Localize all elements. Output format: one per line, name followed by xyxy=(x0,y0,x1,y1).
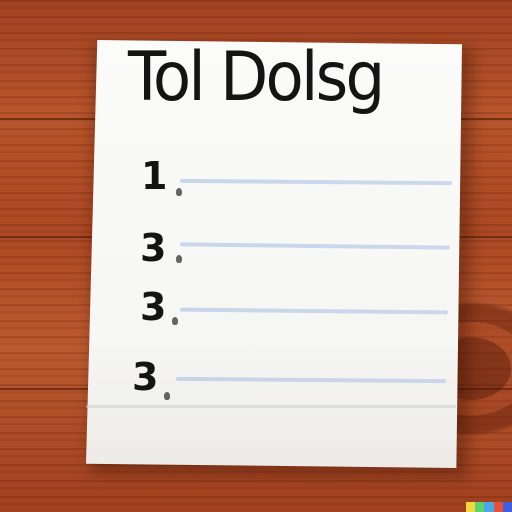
pen-dot xyxy=(172,317,178,325)
paper-fold-crease xyxy=(86,405,456,408)
item-number: 1 xyxy=(141,154,168,198)
photo-scene: Tol Dolsg 1 3 3 3 xyxy=(0,0,512,512)
item-number: 3 xyxy=(132,355,159,399)
pen-dot xyxy=(176,188,182,196)
watermark-swatch xyxy=(493,502,503,512)
color-stripe-watermark xyxy=(466,502,512,512)
pen-dot xyxy=(176,255,182,263)
handwritten-title: Tol Dolsg xyxy=(128,38,385,117)
watermark-swatch xyxy=(475,502,485,512)
item-number: 3 xyxy=(140,226,167,270)
item-number: 3 xyxy=(140,285,167,329)
watermark-swatch xyxy=(502,502,512,512)
pen-dot xyxy=(164,392,170,400)
watermark-swatch xyxy=(484,502,494,512)
watermark-swatch xyxy=(466,502,476,512)
